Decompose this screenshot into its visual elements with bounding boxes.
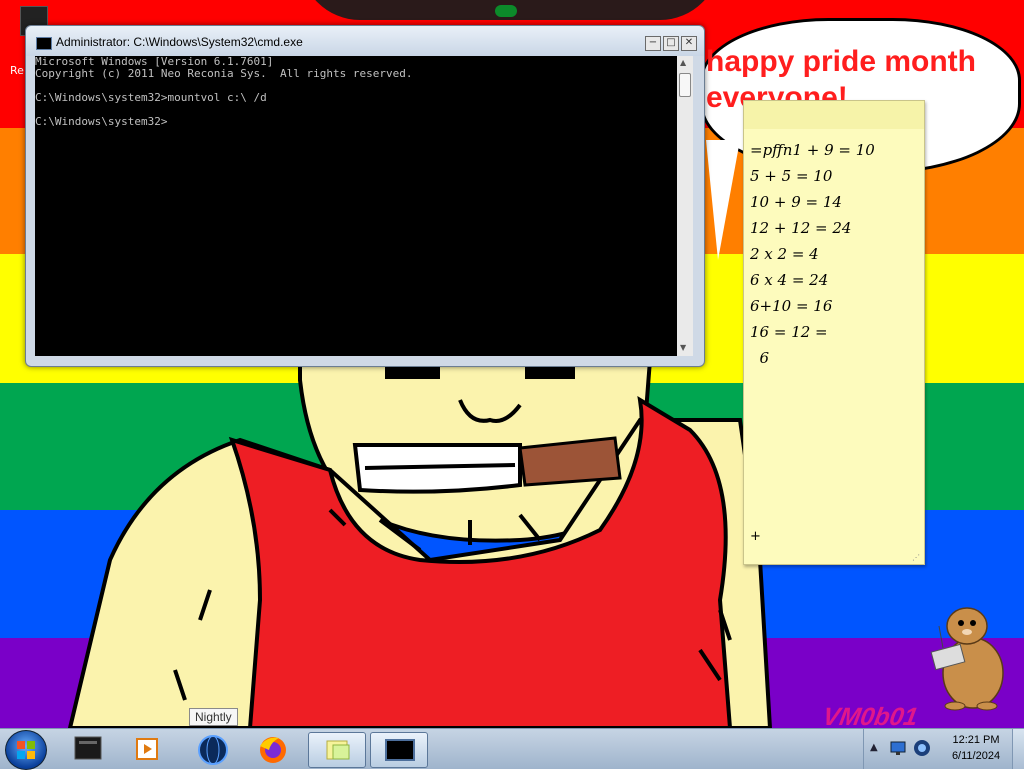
close-button[interactable]: ✕ [681, 36, 697, 51]
volume-icon[interactable] [913, 739, 931, 757]
network-icon[interactable] [890, 741, 906, 755]
sticky-note-content[interactable]: =pffn1 + 9 = 10 5 + 5 = 10 10 + 9 = 14 1… [750, 137, 920, 371]
speech-bubble-tail [706, 140, 740, 260]
cmd-icon [385, 739, 415, 761]
taskbar-nightly-browser[interactable] [180, 732, 236, 766]
cmd-titlebar[interactable]: Administrator: C:\Windows\System32\cmd.e… [26, 26, 704, 56]
sticky-line: 5 + 5 = 10 [750, 167, 833, 185]
cmd-window-title: Administrator: C:\Windows\System32\cmd.e… [56, 35, 303, 49]
firefox-icon [260, 737, 286, 763]
taskbar-firefox[interactable] [245, 732, 301, 766]
sticky-line: 6+10 = 16 [750, 297, 833, 315]
scroll-down-icon[interactable]: ▼ [680, 343, 686, 352]
sticky-notes-icon [326, 740, 350, 760]
media-player-icon [136, 738, 158, 760]
cmd-line: C:\Windows\system32>mountvol c:\ /d [35, 91, 267, 104]
taskbar-cmd[interactable] [370, 732, 428, 768]
minimize-button[interactable]: − [645, 36, 661, 51]
show-hidden-icons-icon[interactable]: ▲ [870, 742, 878, 753]
cmd-scrollbar[interactable]: ▲ ▼ [677, 56, 693, 356]
character-left-eye [385, 365, 440, 379]
resize-grip-icon[interactable]: ⋰ [912, 553, 920, 562]
sticky-add-button[interactable]: + [750, 529, 761, 544]
clock-date[interactable]: 6/11/2024 [946, 750, 1006, 762]
watermark-text: VM0b01 [820, 703, 921, 728]
hamster-icon [930, 607, 1004, 711]
cmd-console[interactable]: Microsoft Windows [Version 6.1.7601] Cop… [35, 56, 677, 356]
speech-line-1: happy pride month [706, 45, 976, 78]
sticky-note[interactable]: =pffn1 + 9 = 10 5 + 5 = 10 10 + 9 = 14 1… [743, 100, 925, 565]
start-button[interactable] [5, 730, 47, 770]
scroll-up-icon[interactable]: ▲ [680, 58, 686, 67]
sticky-note-header[interactable] [744, 101, 924, 129]
scroll-thumb[interactable] [679, 73, 691, 97]
show-desktop-button[interactable] [1012, 729, 1024, 769]
taskbar: ▲ 12:21 PM 6/11/2024 [0, 728, 1024, 770]
cmd-window[interactable]: Administrator: C:\Windows\System32\cmd.e… [25, 25, 705, 367]
taskbar-separator [863, 729, 864, 769]
maximize-button[interactable]: □ [663, 36, 679, 51]
sticky-line: 12 + 12 = 24 [750, 219, 852, 237]
sticky-line: 2 x 2 = 4 [750, 245, 819, 263]
windows-logo-icon [17, 741, 35, 759]
globe-icon [198, 735, 228, 765]
sticky-line: 6 x 4 = 24 [750, 271, 829, 289]
clock-time[interactable]: 12:21 PM [946, 734, 1006, 746]
taskbar-tooltip: Nightly [189, 708, 238, 726]
taskbar-sticky-notes[interactable] [308, 732, 366, 768]
cmd-output: Microsoft Windows [Version 6.1.7601] Cop… [35, 56, 413, 128]
cmd-line: Copyright (c) 2011 Neo Reconia Sys. All … [35, 67, 413, 80]
sticky-line: 16 = 12 = [750, 323, 828, 341]
cmd-icon [36, 37, 52, 50]
desktop-icon-label: Re [10, 64, 24, 77]
cmd-line: C:\Windows\system32> [35, 115, 168, 128]
character-cigar [518, 436, 622, 487]
taskbar-media-player[interactable] [120, 732, 176, 766]
terminal-icon [74, 736, 102, 760]
taskbar-terminal-app[interactable] [60, 732, 116, 766]
sticky-line: 6 [750, 349, 770, 367]
sticky-line: =pffn1 + 9 = 10 [750, 141, 875, 159]
sticky-line: 10 + 9 = 14 [750, 193, 842, 211]
character-right-eye [525, 365, 575, 379]
